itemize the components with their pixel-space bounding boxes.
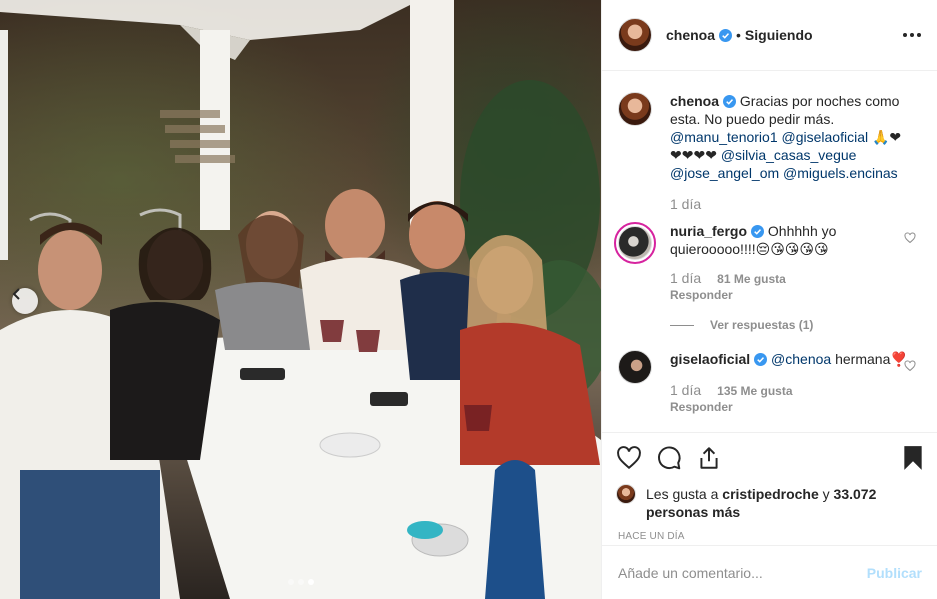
bookmark-icon[interactable] — [902, 445, 924, 471]
verified-badge-icon — [719, 28, 733, 42]
caption: chenoa Gracias por noches como esta. No … — [618, 92, 922, 212]
comment-item: giselaoficial @chenoa hermana❣️ 1 día 13… — [618, 350, 922, 414]
action-bar — [616, 443, 924, 473]
likes-summary: Les gusta a cristipedroche y 33.072 pers… — [616, 484, 924, 521]
comment-time[interactable]: 1 día — [670, 382, 701, 398]
comments-list[interactable]: chenoa Gracias por noches como esta. No … — [602, 72, 937, 432]
caption-emoji: 🙏❤ — [871, 129, 902, 145]
liker-username[interactable]: cristipedroche — [722, 486, 818, 502]
caption-emoji: ❤❤❤❤ — [670, 147, 717, 163]
avatar — [618, 226, 652, 260]
view-replies-button[interactable]: Ver respuestas (1) — [670, 318, 922, 332]
comment-meta: 1 día 135 Me gusta — [670, 382, 910, 398]
post-photo[interactable] — [0, 0, 601, 599]
carousel-dot — [298, 579, 304, 585]
heart-icon[interactable] — [616, 445, 642, 471]
caption-mention[interactable]: @silvia_casas_vegue — [721, 147, 857, 163]
avatar[interactable] — [616, 484, 636, 504]
post-timestamp[interactable]: HACE UN DÍA — [616, 531, 924, 542]
share-icon[interactable] — [696, 445, 722, 471]
photo-illustration — [0, 0, 601, 599]
caption-mentions[interactable]: @manu_tenorio1 @giselaoficial — [670, 129, 868, 145]
comment-likes[interactable]: 135 Me gusta — [717, 384, 792, 398]
reply-button[interactable]: Responder — [670, 288, 910, 302]
comment-mention[interactable]: @chenoa — [771, 351, 831, 367]
comment-input[interactable]: Añade un comentario... — [618, 565, 763, 581]
post-actions: Les gusta a cristipedroche y 33.072 pers… — [602, 432, 937, 542]
caption-meta: 1 día — [670, 196, 910, 212]
likes-text[interactable]: Les gusta a cristipedroche y 33.072 pers… — [646, 485, 924, 521]
comment-item: nuria_fergo Ohhhhh yo quierooooo!!!!😔😘😘😘… — [614, 222, 922, 302]
avatar[interactable] — [618, 92, 652, 126]
verified-badge-icon — [723, 95, 737, 108]
carousel-dot — [288, 579, 294, 585]
like-comment-heart-icon[interactable] — [904, 360, 916, 372]
like-comment-heart-icon[interactable] — [904, 232, 916, 244]
comment-username[interactable]: nuria_fergo — [670, 223, 747, 239]
comment-icon[interactable] — [656, 445, 682, 471]
more-options-icon[interactable] — [903, 33, 921, 37]
add-comment-bar: Añade un comentario... Publicar — [602, 545, 937, 599]
reply-button[interactable]: Responder — [670, 400, 910, 414]
verified-badge-icon — [754, 353, 768, 366]
story-ring[interactable] — [614, 222, 656, 264]
carousel-prev-button[interactable] — [12, 288, 38, 314]
caption-mentions[interactable]: @jose_angel_om @miguels.encinas — [670, 165, 898, 181]
carousel-indicator — [288, 579, 314, 585]
post-side-panel: chenoa • Siguiendo chenoa Gracias por no… — [601, 0, 937, 599]
following-button[interactable]: Siguiendo — [745, 27, 813, 43]
comment-body: hermana❣️ — [835, 351, 908, 367]
likes-joiner: y — [822, 486, 830, 502]
instagram-post-modal: chenoa • Siguiendo chenoa Gracias por no… — [0, 0, 937, 599]
comment-username[interactable]: giselaoficial — [670, 351, 750, 367]
caption-username[interactable]: chenoa — [670, 93, 719, 109]
divider-line — [670, 324, 694, 326]
view-replies-label: Ver respuestas (1) — [710, 318, 814, 332]
caption-text: chenoa Gracias por noches como esta. No … — [670, 92, 910, 182]
carousel-dot-active — [308, 579, 314, 585]
avatar[interactable] — [618, 350, 652, 384]
comment-text: giselaoficial @chenoa hermana❣️ — [670, 350, 910, 368]
comment-likes[interactable]: 81 Me gusta — [717, 272, 786, 286]
chevron-left-icon — [12, 288, 20, 300]
publish-button[interactable]: Publicar — [867, 565, 922, 581]
comment-text: nuria_fergo Ohhhhh yo quierooooo!!!!😔😘😘😘… — [670, 222, 910, 258]
comment-meta: 1 día 81 Me gusta — [670, 270, 910, 286]
comment-time[interactable]: 1 día — [670, 270, 701, 286]
avatar[interactable] — [618, 18, 652, 52]
post-header: chenoa • Siguiendo — [602, 0, 937, 71]
post-author-username[interactable]: chenoa — [666, 27, 715, 43]
caption-time[interactable]: 1 día — [670, 196, 701, 212]
separator-dot: • — [736, 27, 741, 43]
likes-prefix: Les gusta a — [646, 486, 719, 502]
verified-badge-icon — [751, 225, 765, 238]
